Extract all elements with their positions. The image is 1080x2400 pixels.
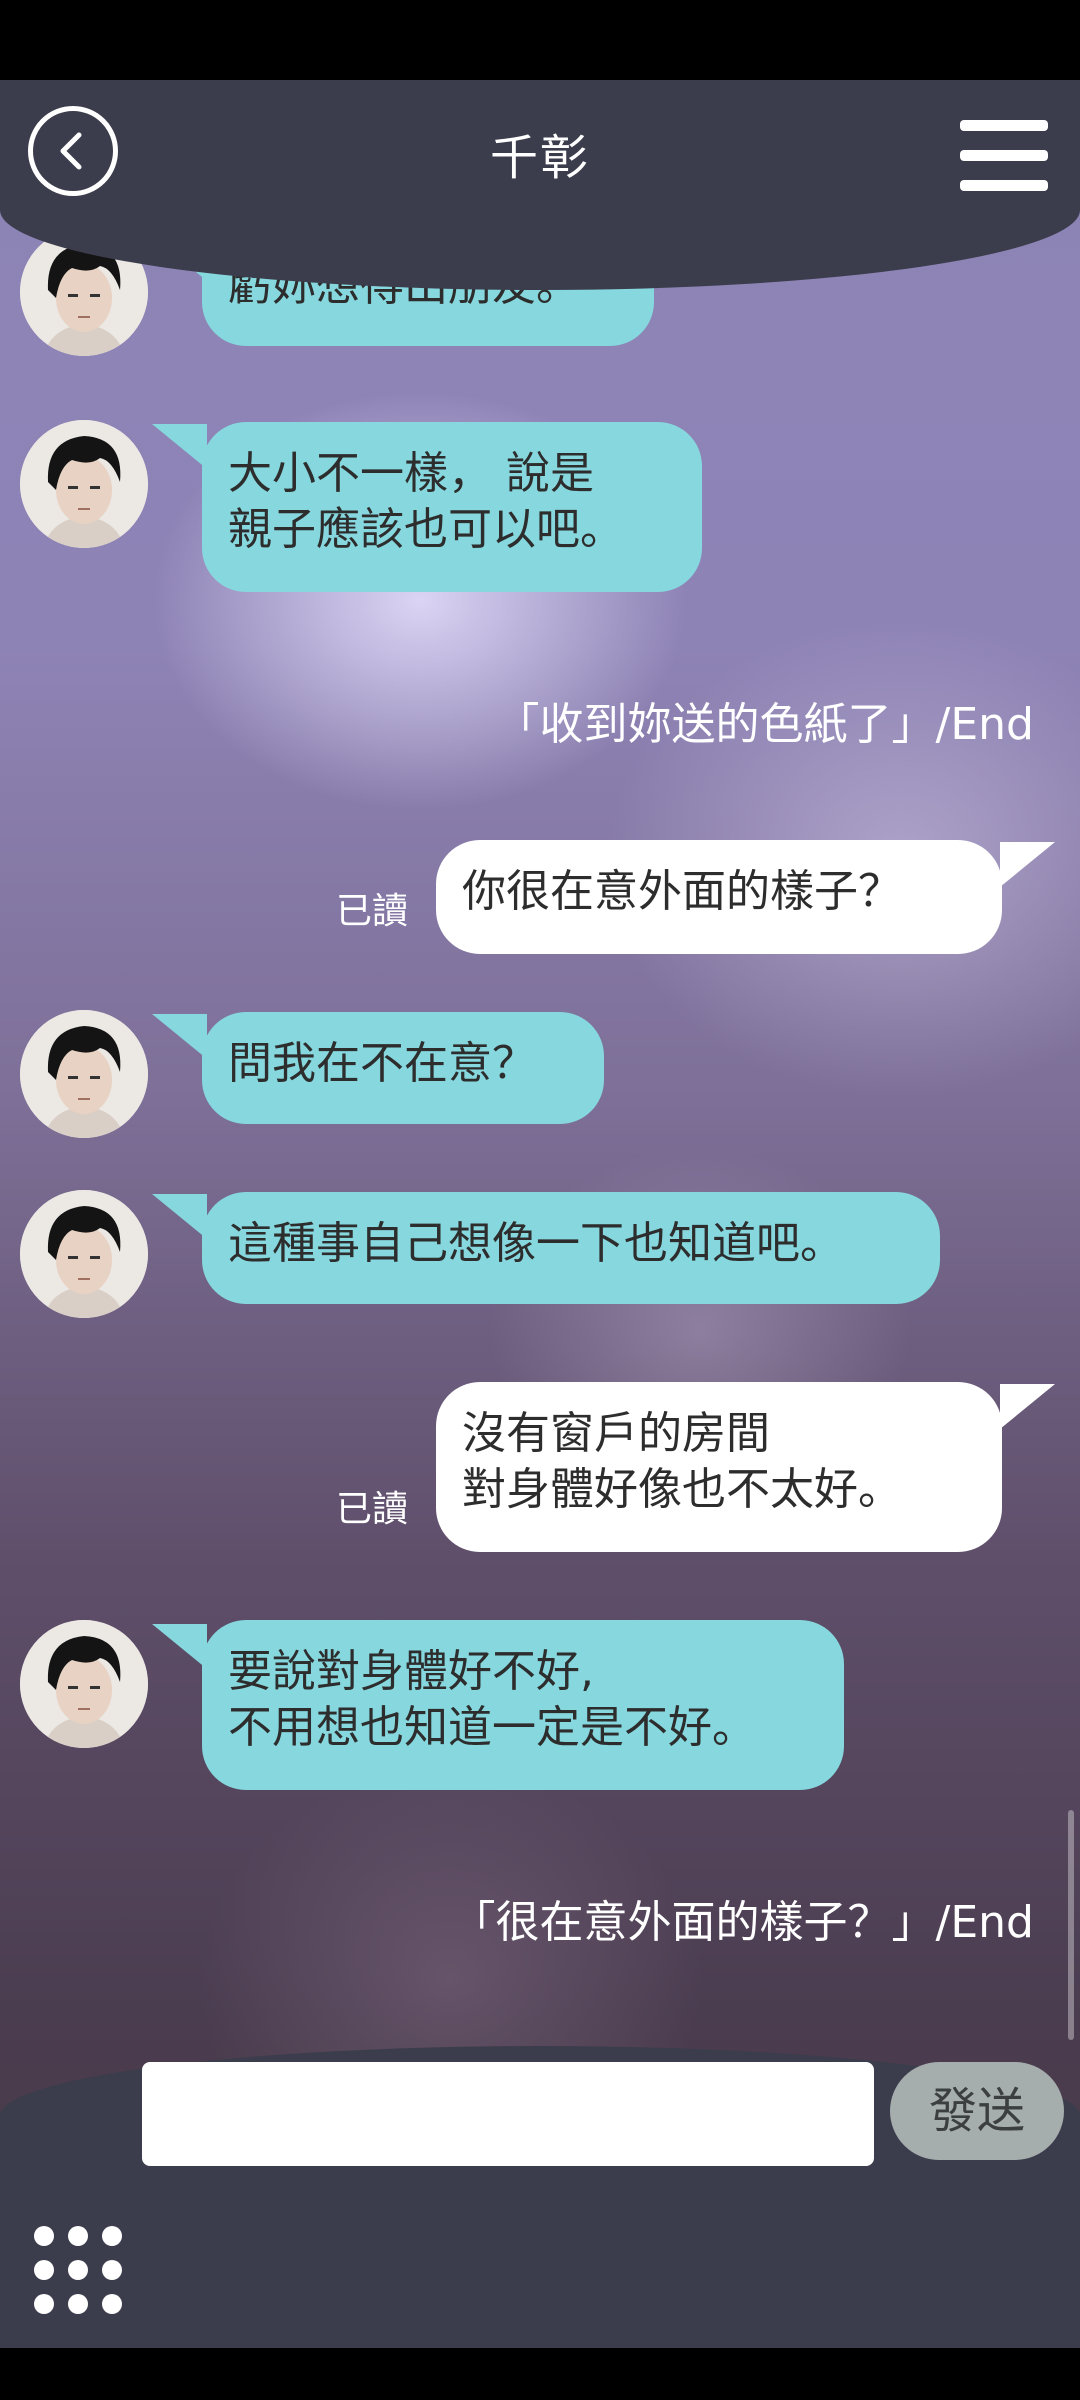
avatar[interactable] <box>20 420 148 548</box>
message-text: 對身體好像也不太好。 <box>462 1464 902 1515</box>
message-bubble-incoming[interactable]: 這種事自己想像一下也知道吧。 <box>202 1192 940 1304</box>
message-bubble-outgoing[interactable]: 沒有窗戶的房間 對身體好像也不太好。 <box>436 1382 1002 1552</box>
bubble-tail <box>152 1624 207 1669</box>
bubble-tail <box>152 1014 207 1059</box>
message-bubble-outgoing[interactable]: 你很在意外面的樣子？ <box>436 840 1002 954</box>
message-input[interactable] <box>142 2062 874 2166</box>
menu-button[interactable] <box>960 118 1048 194</box>
message-text: 這種事自己想像一下也知道吧。 <box>228 1218 844 1269</box>
menu-icon-bar <box>960 150 1048 161</box>
message-text: 要說對身體好不好, <box>228 1646 594 1697</box>
system-event-text: 「很在意外面的樣子？」/End <box>451 1897 1034 1948</box>
status-bar <box>0 0 1080 80</box>
message-text: 不用想也知道一定是不好。 <box>228 1702 756 1753</box>
system-nav-bar <box>0 2348 1080 2400</box>
bubble-tail <box>152 1194 207 1239</box>
avatar[interactable] <box>20 1010 148 1138</box>
scrollbar[interactable] <box>1068 1810 1074 2040</box>
message-bubble-incoming[interactable]: 要說對身體好不好, 不用想也知道一定是不好。 <box>202 1620 844 1790</box>
send-button[interactable]: 發送 <box>890 2062 1064 2160</box>
read-receipt: 已讀 <box>336 1489 409 1530</box>
read-receipt: 已讀 <box>336 891 409 932</box>
page-title: 千彰 <box>489 130 590 186</box>
message-bubble-incoming[interactable]: 大小不一樣， 說是 親子應該也可以吧。 <box>202 422 702 592</box>
grid-dots-icon[interactable] <box>34 2226 124 2316</box>
bubble-tail <box>1000 1384 1055 1429</box>
bubble-tail <box>152 424 207 469</box>
menu-icon-bar <box>960 180 1048 191</box>
menu-icon-bar <box>960 120 1048 131</box>
bubble-tail <box>1000 842 1055 887</box>
message-text: 大小不一樣， 說是 <box>228 448 594 499</box>
message-bubble-incoming[interactable]: 問我在不在意？ <box>202 1012 604 1124</box>
message-text: 沒有窗戶的房間 <box>462 1408 770 1459</box>
message-text: 親子應該也可以吧。 <box>228 504 624 555</box>
avatar[interactable] <box>20 1620 148 1748</box>
avatar[interactable] <box>20 1190 148 1318</box>
message-text: 問我在不在意？ <box>228 1038 536 1089</box>
system-event-text: 「收到妳送的色紙了」/End <box>495 699 1034 750</box>
message-text: 你很在意外面的樣子？ <box>462 866 902 917</box>
